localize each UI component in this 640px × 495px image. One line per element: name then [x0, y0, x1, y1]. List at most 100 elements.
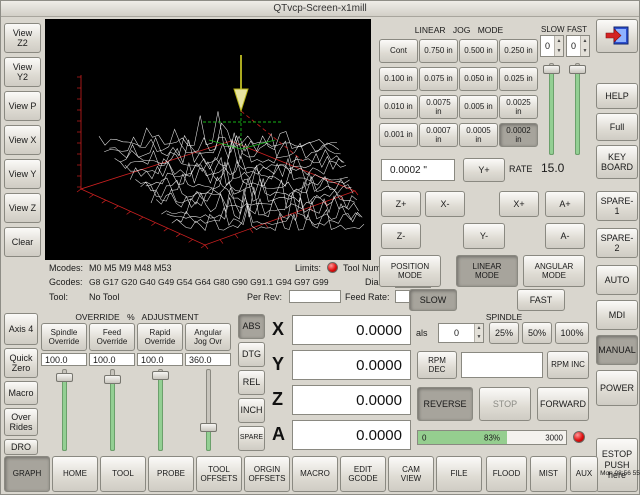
jog-increment-button[interactable]: 0.250 in [499, 39, 538, 63]
jog-increment-button[interactable]: 0.075 in [419, 67, 458, 91]
jog-a-plus-button[interactable]: A+ [545, 191, 585, 217]
axis-4-button[interactable]: Axis 4 [4, 313, 38, 345]
jog-increment-button[interactable]: 0.005 in [459, 95, 498, 119]
jog-increment-button-selected[interactable]: 0.0002 in [499, 123, 538, 147]
jog-increment-button[interactable]: 0.0005 in [459, 123, 498, 147]
clear-view-button[interactable]: Clear [4, 227, 41, 257]
slow-jog-spinbox[interactable]: 0 ▲▼ [540, 35, 564, 57]
macro-panel-button[interactable]: Macro [4, 381, 38, 405]
jog-z-plus-button[interactable]: Z+ [381, 191, 421, 217]
jog-slow-button[interactable]: SLOW [409, 289, 457, 311]
fullscreen-button[interactable]: Full [596, 113, 638, 141]
angular-mode-button[interactable]: ANGULAR MODE [523, 255, 585, 287]
slow-jog-slider[interactable] [543, 63, 560, 155]
overrides-panel-button[interactable]: Over Rides [4, 408, 38, 436]
auto-mode-button[interactable]: AUTO [596, 265, 638, 295]
view-x-button[interactable]: View X [4, 125, 41, 155]
jog-y-minus-button[interactable]: Y- [463, 223, 505, 249]
jog-increment-button[interactable]: 0.0025 in [499, 95, 538, 119]
jog-x-minus-button[interactable]: X- [425, 191, 465, 217]
position-mode-button[interactable]: POSITION MODE [379, 255, 441, 287]
jog-increment-button[interactable]: 0.0007 in [419, 123, 458, 147]
angular-jog-override-button[interactable]: Angular Jog Ovr [185, 323, 231, 351]
titlebar[interactable]: QTvcp-Screen-x1mill [1, 1, 639, 17]
mdi-mode-button[interactable]: MDI [596, 300, 638, 330]
slider-handle[interactable] [104, 375, 121, 384]
jog-increment-button[interactable]: 0.0075 in [419, 95, 458, 119]
rapid-override-button[interactable]: Rapid Override [137, 323, 183, 351]
spindle-reverse-button[interactable]: REVERSE [417, 387, 473, 421]
spindle-override-button[interactable]: Spindle Override [41, 323, 87, 351]
graph-tab-button[interactable]: GRAPH [4, 456, 50, 492]
rpm-dec-button[interactable]: RPM DEC [417, 351, 457, 379]
macro-tab-button[interactable]: MACRO [292, 456, 338, 492]
spindle-override-slider[interactable] [56, 369, 73, 451]
spindle-stop-button[interactable]: STOP [479, 387, 531, 421]
quick-zero-button[interactable]: Quick Zero [4, 348, 38, 378]
edit-gcode-tab-button[interactable]: EDIT GCODE [340, 456, 386, 492]
jog-y-plus-button[interactable]: Y+ [463, 158, 505, 182]
spare-dro-button[interactable]: SPARE [238, 426, 265, 451]
jog-fast-button[interactable]: FAST [517, 289, 565, 311]
slider-handle[interactable] [569, 65, 586, 74]
power-button[interactable]: POWER [596, 370, 638, 406]
cam-view-tab-button[interactable]: CAM VIEW [388, 456, 434, 492]
flood-button[interactable]: FLOOD [486, 456, 527, 492]
dro-panel-button[interactable]: DRO [4, 439, 38, 455]
aux-button[interactable]: AUX [570, 456, 598, 492]
keyboard-button[interactable]: KEY BOARD [596, 145, 638, 179]
fast-jog-slider[interactable] [569, 63, 586, 155]
fast-jog-spinbox[interactable]: 0 ▲▼ [566, 35, 590, 57]
manual-mode-button[interactable]: MANUAL [596, 335, 638, 365]
jog-increment-button[interactable]: 0.050 in [459, 67, 498, 91]
gcode-preview-plot[interactable] [45, 19, 371, 260]
dtg-button[interactable]: DTG [238, 342, 265, 367]
mist-button[interactable]: MIST [530, 456, 567, 492]
inch-button[interactable]: INCH [238, 398, 265, 423]
jog-x-plus-button[interactable]: X+ [499, 191, 539, 217]
tool-offsets-tab-button[interactable]: TOOL OFFSETS [196, 456, 242, 492]
spindle-25pct-button[interactable]: 25% [489, 322, 519, 344]
jog-increment-button[interactable]: 0.025 in [499, 67, 538, 91]
tool-tab-button[interactable]: TOOL [100, 456, 146, 492]
view-p-button[interactable]: View P [4, 91, 41, 121]
spinbox-arrows[interactable]: ▲▼ [474, 324, 483, 342]
spindle-100pct-button[interactable]: 100% [555, 322, 589, 344]
slider-handle[interactable] [56, 373, 73, 382]
rapid-override-slider[interactable] [152, 369, 169, 451]
jog-increment-button[interactable]: 0.100 in [379, 67, 418, 91]
spindle-50pct-button[interactable]: 50% [522, 322, 552, 344]
jog-increment-button[interactable]: 0.001 in [379, 123, 418, 147]
feed-override-button[interactable]: Feed Override [89, 323, 135, 351]
jog-increment-button[interactable]: Cont [379, 39, 418, 63]
exit-button[interactable] [596, 19, 638, 53]
rel-button[interactable]: REL [238, 370, 265, 395]
help-button[interactable]: HELP [596, 83, 638, 109]
per-rev-field[interactable] [289, 290, 341, 303]
origin-offsets-tab-button[interactable]: ORGIN OFFSETS [244, 456, 290, 492]
rpm-inc-button[interactable]: RPM INC [547, 351, 589, 379]
view-z-button[interactable]: View Z [4, 193, 41, 223]
view-y2-button[interactable]: View Y2 [4, 57, 41, 87]
spinbox-arrows[interactable]: ▲▼ [554, 36, 563, 56]
feed-override-slider[interactable] [104, 369, 121, 451]
jog-a-minus-button[interactable]: A- [545, 223, 585, 249]
angular-jog-slider[interactable] [200, 369, 217, 451]
view-z2-button[interactable]: View Z2 [4, 23, 41, 53]
slider-handle[interactable] [200, 423, 217, 432]
spindle-adjust-spinbox[interactable]: 0 ▲▼ [438, 323, 484, 343]
spare-2-button[interactable]: SPARE-2 [596, 228, 638, 258]
spinbox-arrows[interactable]: ▲▼ [580, 36, 589, 56]
jog-increment-button[interactable]: 0.500 in [459, 39, 498, 63]
probe-tab-button[interactable]: PROBE [148, 456, 194, 492]
linear-mode-button[interactable]: LINEAR MODE [456, 255, 518, 287]
file-tab-button[interactable]: FILE [436, 456, 482, 492]
spare-1-button[interactable]: SPARE-1 [596, 191, 638, 221]
slider-handle[interactable] [152, 371, 169, 380]
jog-increment-button[interactable]: 0.010 in [379, 95, 418, 119]
home-tab-button[interactable]: HOME [52, 456, 98, 492]
jog-z-minus-button[interactable]: Z- [381, 223, 421, 249]
slider-handle[interactable] [543, 65, 560, 74]
view-y-button[interactable]: View Y [4, 159, 41, 189]
spindle-forward-button[interactable]: FORWARD [537, 387, 589, 421]
